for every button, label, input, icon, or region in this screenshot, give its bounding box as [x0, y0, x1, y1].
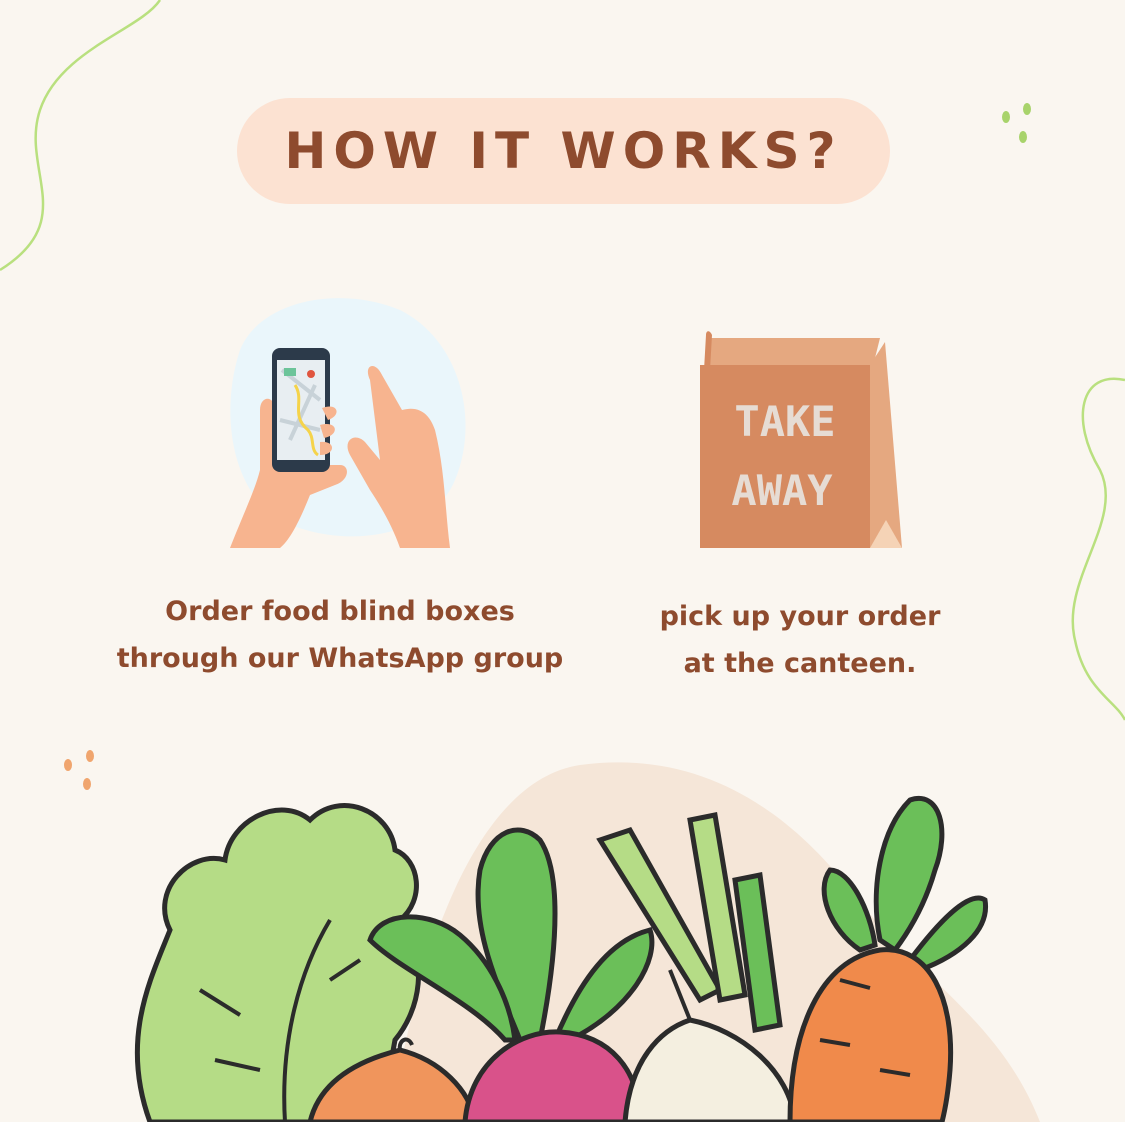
smartphone-map-icon: [230, 298, 466, 548]
takeaway-bag-icon: TAKE AWAY: [700, 331, 902, 548]
bag-label-away: AWAY: [731, 466, 833, 515]
how-it-works-page: HOW IT WORKS? TAKE AWAY Order food blind…: [0, 0, 1125, 1122]
step-2-caption-line-2: at the canteen.: [683, 648, 917, 679]
step-1-caption-line-1: Order food blind boxes: [165, 596, 515, 627]
step-2-caption-line-1: pick up your order: [659, 601, 941, 632]
step-2-caption: pick up your order at the canteen.: [610, 593, 990, 687]
title-pill: HOW IT WORKS?: [237, 98, 890, 204]
page-title: HOW IT WORKS?: [284, 122, 843, 180]
vegetables-illustration: [134, 762, 1040, 1122]
green-dots: [1002, 103, 1031, 143]
step-1-caption-line-2: through our WhatsApp group: [116, 643, 564, 674]
step-1-caption: Order food blind boxes through our Whats…: [80, 588, 600, 682]
bag-label-take: TAKE: [734, 397, 835, 446]
